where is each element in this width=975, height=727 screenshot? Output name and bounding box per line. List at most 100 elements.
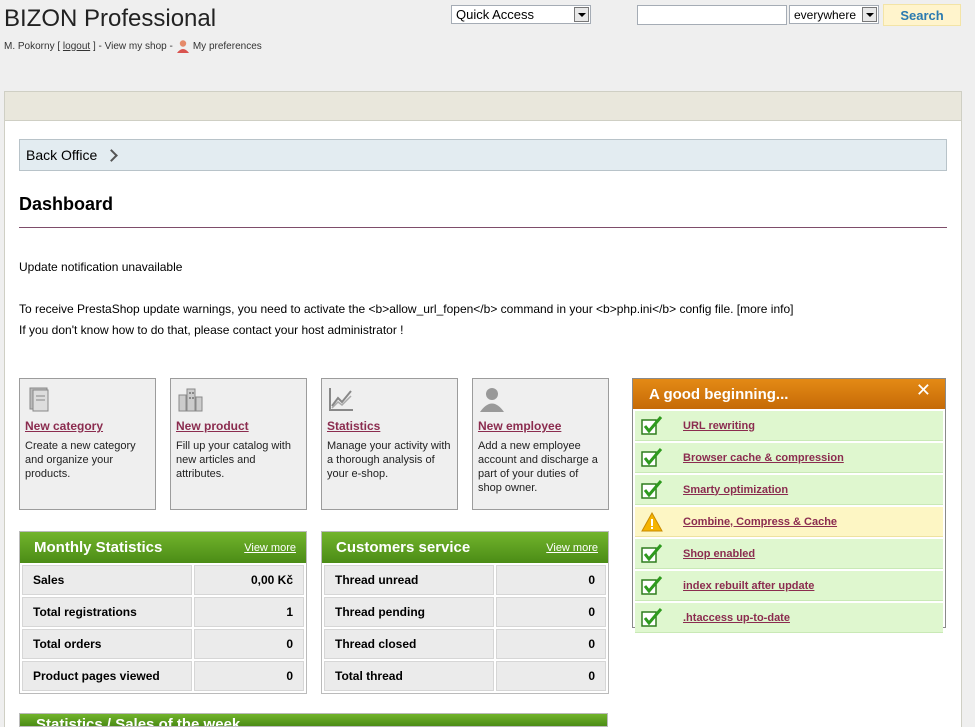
row-label: Thread pending <box>324 597 494 627</box>
warning-icon <box>641 511 663 532</box>
warning-line-2: If you don't know how to do that, please… <box>19 323 404 337</box>
checkmark-icon <box>641 479 663 500</box>
checklist-item: Combine, Compress & Cache <box>635 507 943 537</box>
view-shop-link[interactable]: View my shop <box>105 41 167 52</box>
bracket-open: [ <box>57 40 61 52</box>
row-value: 0 <box>496 629 606 659</box>
service-table: Thread unread 0 Thread pending 0 Thread cl… <box>322 563 608 693</box>
table-row: Thread pending 0 <box>324 597 606 627</box>
checklist-item: Browser cache & compression <box>635 443 943 473</box>
checklist-item: Smarty optimization <box>635 475 943 505</box>
logout-link[interactable]: logout <box>63 41 90 52</box>
tile-title[interactable]: Statistics <box>327 419 452 433</box>
warning-line-1: To receive PrestaShop update warnings, y… <box>19 302 794 316</box>
tile-new-category[interactable]: New category Create a new category and o… <box>19 378 156 510</box>
page-title: Dashboard <box>19 194 114 214</box>
panel-title: Monthly Statistics <box>34 539 163 556</box>
table-row: Thread closed 0 <box>324 629 606 659</box>
user-name: M. Pokorny <box>4 40 55 52</box>
checkmark-icon <box>641 447 663 468</box>
search-scope-value: everywhere <box>794 7 857 22</box>
monthly-statistics-panel: Monthly Statistics View more Sales 0,00 K… <box>19 531 307 694</box>
product-icon <box>176 385 204 413</box>
row-value: 0,00 Kč <box>194 565 304 595</box>
search-input[interactable] <box>637 5 787 25</box>
tile-description: Fill up your catalog with new articles a… <box>176 440 291 480</box>
row-value: 0 <box>194 629 304 659</box>
checklist-item: index rebuilt after update <box>635 571 943 601</box>
tile-title[interactable]: New product <box>176 419 301 433</box>
chevron-right-icon <box>105 148 119 162</box>
bracket-close: ] <box>92 40 96 52</box>
checkmark-icon <box>641 543 663 564</box>
panel-title: A good beginning... <box>649 385 789 403</box>
separator: - <box>169 40 173 52</box>
checklist-link[interactable]: .htaccess up-to-date <box>683 612 790 624</box>
update-notice: Update notification unavailable <box>19 260 183 274</box>
good-beginning-panel: A good beginning... ✕ URL rewriting Brow… <box>632 378 946 633</box>
checklist-item: Shop enabled <box>635 539 943 569</box>
close-icon[interactable]: ✕ <box>916 380 931 401</box>
checkmark-icon <box>641 575 663 596</box>
panel-title: Statistics / Sales of the week <box>36 716 241 727</box>
table-row: Thread unread 0 <box>324 565 606 595</box>
row-label: Thread unread <box>324 565 494 595</box>
chevron-down-icon[interactable] <box>862 7 877 22</box>
search-button[interactable]: Search <box>883 4 961 26</box>
quick-access-select[interactable]: Quick Access <box>451 5 591 24</box>
tile-title[interactable]: New employee <box>478 419 603 433</box>
tile-description: Add a new employee account and discharge… <box>478 440 598 494</box>
chevron-down-icon[interactable] <box>574 7 589 22</box>
row-value: 1 <box>194 597 304 627</box>
checkmark-icon <box>641 607 663 628</box>
breadcrumb-back-office[interactable]: Back Office <box>26 147 97 163</box>
user-icon <box>478 385 506 413</box>
stats-table: Sales 0,00 Kč Total registrations 1 Total … <box>20 563 306 693</box>
row-label: Total registrations <box>22 597 192 627</box>
checklist-item: URL rewriting <box>635 411 943 441</box>
row-value: 0 <box>194 661 304 691</box>
search-scope-select[interactable]: everywhere <box>789 5 879 24</box>
sales-week-panel: Statistics / Sales of the week <box>19 713 608 727</box>
brand-title: BIZON Professional <box>4 5 217 32</box>
checklist-link[interactable]: Shop enabled <box>683 548 755 560</box>
separator: - <box>98 40 102 52</box>
user-line: M. Pokorny [ logout ] - View my shop - M… <box>4 39 262 53</box>
table-row: Product pages viewed 0 <box>22 661 304 691</box>
tile-statistics[interactable]: Statistics Manage your activity with a t… <box>321 378 458 510</box>
tile-description: Manage your activity with a thorough ana… <box>327 440 451 480</box>
catalog-icon <box>25 385 53 413</box>
row-label: Product pages viewed <box>22 661 192 691</box>
tile-title[interactable]: New category <box>25 419 150 433</box>
row-label: Total orders <box>22 629 192 659</box>
chart-icon <box>327 385 355 413</box>
panel-header: A good beginning... ✕ <box>633 379 945 409</box>
table-row: Sales 0,00 Kč <box>22 565 304 595</box>
checklist-link[interactable]: Browser cache & compression <box>683 452 844 464</box>
quick-access-value: Quick Access <box>456 7 535 22</box>
checkmark-icon <box>641 415 663 436</box>
view-more-link[interactable]: View more <box>546 542 598 554</box>
row-value: 0 <box>496 661 606 691</box>
row-label: Thread closed <box>324 629 494 659</box>
row-label: Sales <box>22 565 192 595</box>
table-row: Total orders 0 <box>22 629 304 659</box>
row-value: 0 <box>496 565 606 595</box>
checklist-link[interactable]: Smarty optimization <box>683 484 788 496</box>
table-row: Total thread 0 <box>324 661 606 691</box>
tile-new-employee[interactable]: New employee Add a new employee account … <box>472 378 609 510</box>
table-row: Total registrations 1 <box>22 597 304 627</box>
panel-header: Customers service View more <box>322 532 608 563</box>
checklist-link[interactable]: index rebuilt after update <box>683 580 814 592</box>
breadcrumb: Back Office <box>19 139 947 171</box>
user-icon <box>176 39 190 53</box>
view-more-link[interactable]: View more <box>244 542 296 554</box>
row-value: 0 <box>496 597 606 627</box>
checklist-item: .htaccess up-to-date <box>635 603 943 633</box>
checklist-link[interactable]: URL rewriting <box>683 420 755 432</box>
preferences-link[interactable]: My preferences <box>193 41 262 52</box>
checklist-link[interactable]: Combine, Compress & Cache <box>683 516 837 528</box>
row-label: Total thread <box>324 661 494 691</box>
tile-new-product[interactable]: New product Fill up your catalog with ne… <box>170 378 307 510</box>
title-divider <box>19 227 947 228</box>
